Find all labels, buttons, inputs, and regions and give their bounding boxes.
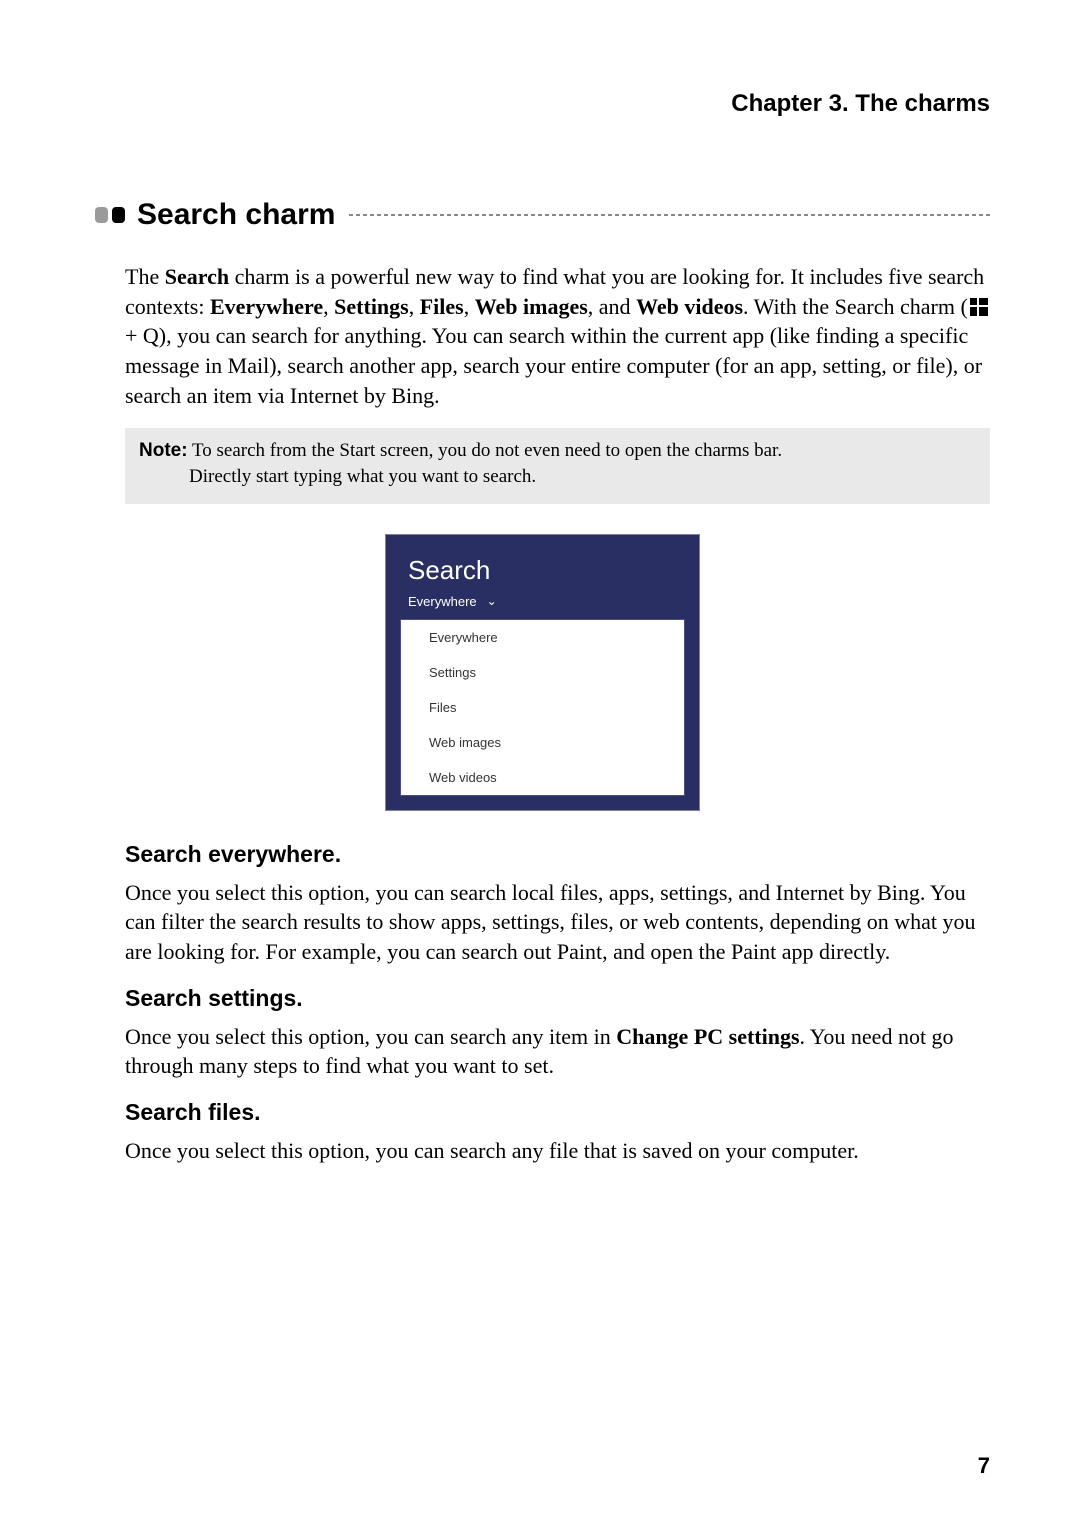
chapter-header: Chapter 3. The charms: [95, 90, 990, 118]
page: Chapter 3. The charms Search charm The S…: [0, 0, 1080, 1529]
text: . With the Search charm (: [743, 294, 968, 319]
bold-text: Everywhere: [210, 294, 323, 319]
note-text: To search from the Start screen, you do …: [188, 440, 783, 461]
section-bullets-icon: [95, 207, 125, 223]
bold-text: Web videos: [636, 294, 743, 319]
text: ,: [464, 294, 475, 319]
chevron-down-icon: ⌄: [487, 594, 497, 608]
windows-key-icon: [970, 298, 988, 316]
intro-paragraph: The Search charm is a powerful new way t…: [125, 262, 990, 410]
option-everywhere[interactable]: Everywhere: [401, 620, 684, 655]
bold-text: Web images: [475, 294, 588, 319]
body-everywhere: Once you select this option, you can sea…: [125, 878, 990, 967]
subheading-files: Search files.: [125, 1099, 990, 1126]
section-title-row: Search charm: [95, 198, 990, 232]
screenshot-container: Search Everywhere ⌄ Everywhere Settings …: [95, 534, 990, 811]
dropdown-selected-label: Everywhere: [408, 594, 477, 609]
section-title: Search charm: [137, 198, 335, 232]
note-text-line2: Directly start typing what you want to s…: [139, 464, 976, 490]
option-files[interactable]: Files: [401, 690, 684, 725]
note-label: Note:: [139, 440, 188, 461]
text: Once you select this option, you can sea…: [125, 1024, 616, 1049]
dash-divider: [349, 214, 990, 216]
bold-text: Files: [420, 294, 464, 319]
search-scope-dropdown[interactable]: Everywhere ⌄: [408, 594, 685, 609]
body-settings: Once you select this option, you can sea…: [125, 1022, 990, 1081]
subheading-settings: Search settings.: [125, 985, 990, 1012]
search-panel-title: Search: [408, 555, 685, 586]
bold-text: Search: [165, 264, 229, 289]
page-number: 7: [978, 1453, 990, 1479]
text: + Q), you can search for anything. You c…: [125, 323, 982, 407]
text: ,: [409, 294, 420, 319]
bold-text: Settings: [334, 294, 409, 319]
note-box: Note: To search from the Start screen, y…: [125, 428, 990, 503]
body-files: Once you select this option, you can sea…: [125, 1136, 990, 1166]
text: The: [125, 264, 165, 289]
bold-text: Change PC settings: [616, 1024, 799, 1049]
option-web-images[interactable]: Web images: [401, 725, 684, 760]
subheading-everywhere: Search everywhere.: [125, 841, 990, 868]
text: , and: [588, 294, 636, 319]
text: ,: [323, 294, 334, 319]
option-settings[interactable]: Settings: [401, 655, 684, 690]
option-web-videos[interactable]: Web videos: [401, 760, 684, 795]
search-scope-options: Everywhere Settings Files Web images Web…: [400, 619, 685, 796]
search-charm-screenshot: Search Everywhere ⌄ Everywhere Settings …: [385, 534, 700, 811]
